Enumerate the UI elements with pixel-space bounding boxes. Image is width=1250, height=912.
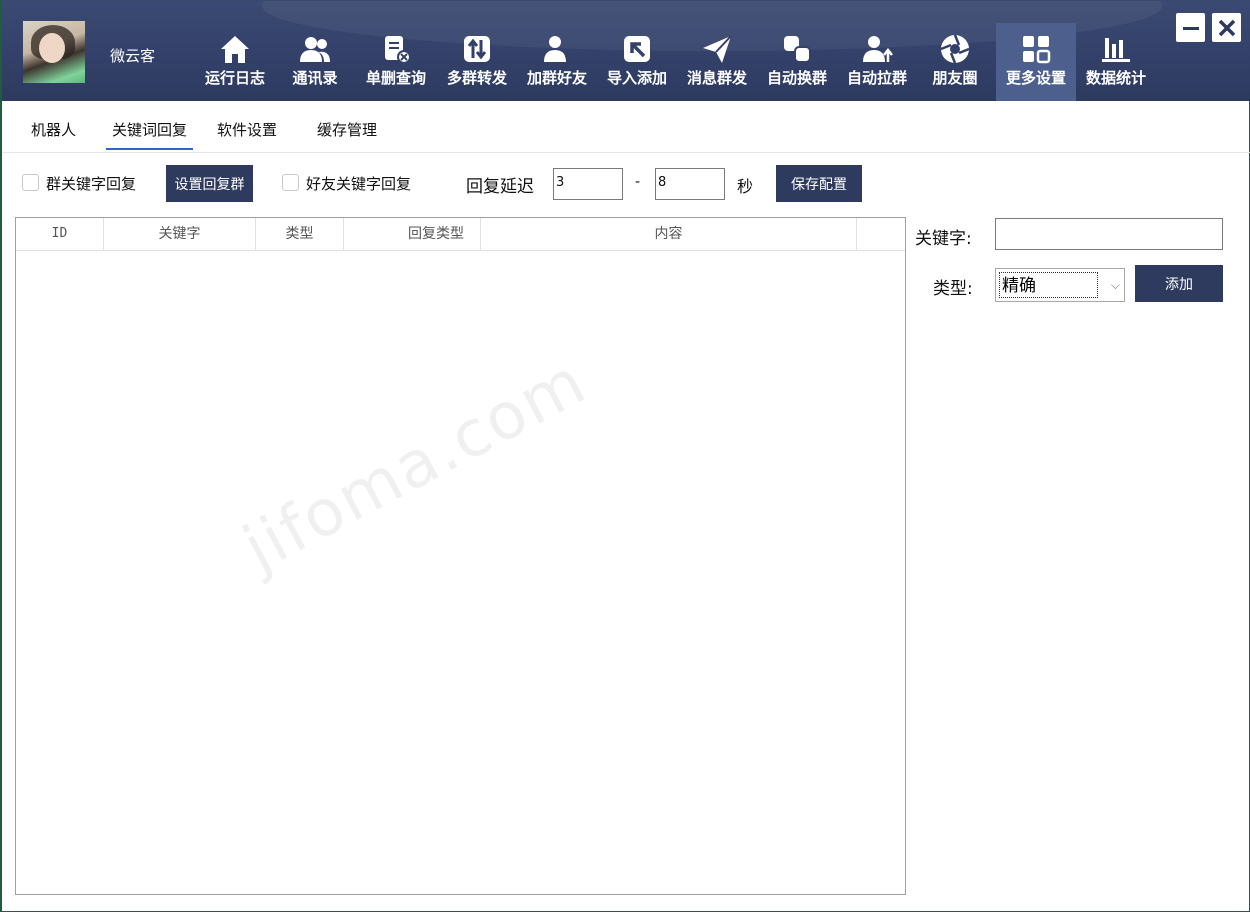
delay-min-input[interactable]: 3 xyxy=(553,168,623,200)
nav-label: 加群好友 xyxy=(526,69,587,87)
group-keyword-reply-label: 群关键字回复 xyxy=(46,175,137,193)
pull-group-icon xyxy=(863,36,893,62)
delete-check-icon xyxy=(385,36,411,64)
reply-delay-label: 回复延迟 xyxy=(466,177,534,197)
minimize-button[interactable] xyxy=(1176,13,1205,42)
nav-label: 运行日志 xyxy=(204,69,265,87)
friend-keyword-reply-checkbox[interactable] xyxy=(282,174,299,191)
delay-separator: - xyxy=(635,174,641,190)
top-bar: 微云客 运行日志 通讯录 单删查询 多群转发 加群好友 导入添加 消息群发 自动… xyxy=(2,1,1250,101)
tab-keyword-reply[interactable]: 关键词回复 xyxy=(106,119,193,150)
type-label: 类型: xyxy=(933,279,973,299)
add-button[interactable]: 添加 xyxy=(1135,265,1223,302)
nav-label: 数据统计 xyxy=(1085,69,1146,87)
nav-item-data-stats[interactable]: 数据统计 xyxy=(1080,23,1152,101)
app-window: 微云客 运行日志 通讯录 单删查询 多群转发 加群好友 导入添加 消息群发 自动… xyxy=(0,0,1250,912)
contacts-icon xyxy=(300,37,330,62)
column-header-id[interactable]: ID xyxy=(16,218,104,250)
column-header-keyword[interactable]: 关键字 xyxy=(104,218,256,250)
nav-item-add-group-friend[interactable]: 加群好友 xyxy=(519,23,595,101)
bar-chart-icon xyxy=(1102,38,1130,62)
close-button[interactable] xyxy=(1212,13,1241,42)
grid-icon xyxy=(1023,36,1051,64)
nav-label: 导入添加 xyxy=(606,69,667,87)
type-select-value: 精确 xyxy=(999,272,1098,298)
username: 微云客 xyxy=(110,47,156,65)
nav-label: 多群转发 xyxy=(446,69,507,87)
column-header-reply-type[interactable]: 回复类型 xyxy=(344,218,481,250)
tab-cache-management[interactable]: 缓存管理 xyxy=(317,119,377,140)
keyword-reply-table[interactable]: ID 关键字 类型 回复类型 内容 xyxy=(15,217,906,895)
nav-item-import-add[interactable]: 导入添加 xyxy=(599,23,675,101)
forward-icon xyxy=(464,36,490,62)
nav-item-multi-forward[interactable]: 多群转发 xyxy=(439,23,515,101)
nav-label: 自动拉群 xyxy=(846,69,907,87)
nav-label: 通讯录 xyxy=(292,69,338,87)
tab-bar: 机器人 关键词回复 软件设置 缓存管理 xyxy=(2,101,1250,153)
set-reply-group-button[interactable]: 设置回复群 xyxy=(166,165,253,202)
nav-item-more-settings[interactable]: 更多设置 xyxy=(996,23,1076,101)
avatar[interactable] xyxy=(23,21,85,83)
table-header: ID 关键字 类型 回复类型 内容 xyxy=(16,218,905,251)
group-keyword-reply-checkbox[interactable] xyxy=(22,174,39,191)
nav-item-auto-switch-group[interactable]: 自动换群 xyxy=(759,23,835,101)
type-select[interactable]: 精确 ⌵ xyxy=(995,268,1125,302)
column-header-content[interactable]: 内容 xyxy=(481,218,857,250)
tab-robot[interactable]: 机器人 xyxy=(31,119,76,140)
keyword-label: 关键字: xyxy=(915,229,972,249)
close-icon xyxy=(1218,19,1235,36)
nav-item-moments[interactable]: 朋友圈 xyxy=(919,23,991,101)
aperture-icon xyxy=(940,34,970,64)
nav-item-mass-message[interactable]: 消息群发 xyxy=(679,23,755,101)
friend-keyword-reply-label: 好友关键字回复 xyxy=(306,175,412,193)
nav-item-auto-pull-group[interactable]: 自动拉群 xyxy=(839,23,915,101)
delay-max-input[interactable]: 8 xyxy=(655,168,725,200)
avatar-face xyxy=(39,33,65,63)
nav-item-contacts[interactable]: 通讯录 xyxy=(282,23,348,101)
nav-label: 更多设置 xyxy=(1005,69,1066,87)
tab-software-settings[interactable]: 软件设置 xyxy=(217,119,277,140)
home-icon xyxy=(221,36,249,63)
add-friend-icon xyxy=(544,36,572,62)
seconds-label: 秒 xyxy=(737,177,754,196)
nav-label: 朋友圈 xyxy=(932,69,978,87)
minimize-icon xyxy=(1182,26,1199,30)
column-header-type[interactable]: 类型 xyxy=(256,218,344,250)
nav-label: 自动换群 xyxy=(766,69,827,87)
send-icon xyxy=(703,35,732,63)
chevron-down-icon: ⌵ xyxy=(1110,278,1120,292)
switch-group-icon xyxy=(784,36,811,63)
nav-item-delete-check[interactable]: 单删查询 xyxy=(358,23,434,101)
save-config-button[interactable]: 保存配置 xyxy=(776,165,862,202)
nav-label: 单删查询 xyxy=(365,69,426,87)
nav-label: 消息群发 xyxy=(686,69,747,87)
import-icon xyxy=(624,36,650,62)
keyword-input[interactable] xyxy=(995,218,1223,250)
nav-item-run-log[interactable]: 运行日志 xyxy=(197,23,273,101)
